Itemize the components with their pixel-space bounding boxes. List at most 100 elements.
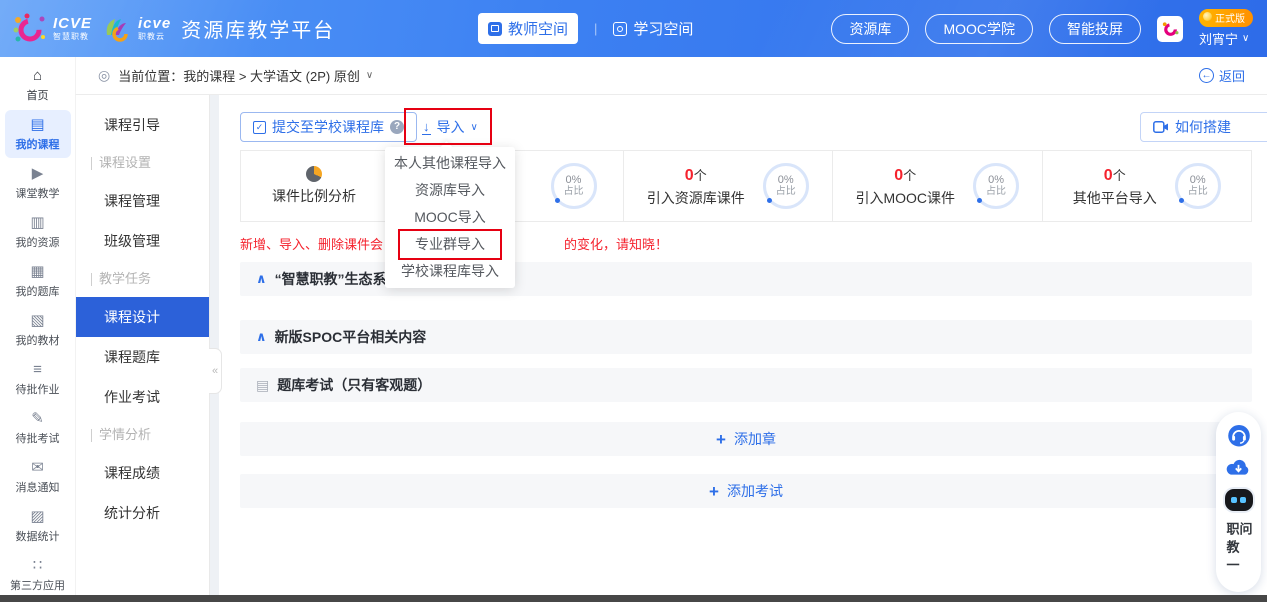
breadcrumb-caret-icon[interactable]: ∨ xyxy=(366,70,373,81)
analysis-label: 课件比例分析 xyxy=(272,186,356,206)
stat-label: 引入资源库课件 xyxy=(647,188,745,208)
stat-value: 0 xyxy=(685,167,694,184)
apps-icon: ∷ xyxy=(5,558,71,574)
course-submenu: 课程引导 课程设置 课程管理 班级管理 教学任务 课程设计 课程题库 作业考试 … xyxy=(75,95,210,602)
sidebar-item-label: 我的课程 xyxy=(5,136,71,152)
sidebar-item-label: 我的题库 xyxy=(5,283,71,299)
top-header: ICVE 智慧职教 icve 职教云 资源库教学平台 教师空间 | xyxy=(0,0,1267,57)
icve-app-icon[interactable] xyxy=(1157,16,1183,42)
breadcrumb-path[interactable]: 我的课程 > 大学语文 (2P) 原创 xyxy=(183,66,360,85)
cloud-download-icon[interactable] xyxy=(1226,458,1251,478)
submenu-course-management[interactable]: 课程管理 xyxy=(76,181,209,221)
menu-item-own-courses-import[interactable]: 本人其他课程导入 xyxy=(385,150,515,177)
sidebar-item-my-textbooks[interactable]: ▧ 我的教材 xyxy=(5,306,71,354)
submenu-course-question-bank[interactable]: 课程题库 xyxy=(76,337,209,377)
exam-icon: ✎ xyxy=(5,411,71,427)
sidebar-item-my-question-bank[interactable]: ▦ 我的题库 xyxy=(5,257,71,305)
bottom-scrollbar[interactable] xyxy=(0,595,1267,602)
sidebar-item-pending-exams[interactable]: ✎ 待批考试 xyxy=(5,404,71,452)
add-chapter-button[interactable]: + 添加章 xyxy=(716,429,776,449)
sidebar-item-pending-homework[interactable]: ≡ 待批作业 xyxy=(5,355,71,403)
stat-unit: 个 xyxy=(903,168,916,183)
statistics-icon: ▨ xyxy=(5,509,71,525)
sidebar-item-label: 待批考试 xyxy=(5,430,71,446)
gauge-percent: 0% xyxy=(778,174,794,186)
sidebar-item-messages[interactable]: ✉ 消息通知 xyxy=(5,453,71,501)
add-exam-row[interactable]: + 添加考试 xyxy=(240,474,1252,508)
menu-item-major-group-import[interactable]: 专业群导入 xyxy=(385,231,515,258)
courseware-analysis: 课件比例分析 xyxy=(241,151,387,221)
submenu-course-guide[interactable]: 课程引导 xyxy=(76,105,209,145)
stat-col-resource-library: 0个 引入资源库课件 0% 占比 xyxy=(623,151,833,221)
stat-col-mooc: 0个 引入MOOC课件 0% 占比 xyxy=(832,151,1042,221)
submit-button-label: 提交至学校课程库 xyxy=(272,117,384,137)
section-spoc-content[interactable]: ∧ 新版SPOC平台相关内容 xyxy=(240,320,1252,354)
ai-robot-icon[interactable] xyxy=(1225,489,1253,511)
brand1-text: ICVE 智慧职教 xyxy=(53,16,92,41)
how-to-build-label: 如何搭建 xyxy=(1175,117,1231,137)
submenu-section-teaching-tasks: 教学任务 xyxy=(76,261,209,297)
zhijiao-yiwen-label[interactable]: 职教一问 xyxy=(1226,522,1252,592)
sidebar-item-my-courses[interactable]: ▤ 我的课程 xyxy=(5,110,71,158)
import-button-label: 导入 xyxy=(437,117,465,137)
help-circle-icon[interactable]: ? xyxy=(390,120,404,134)
menu-item-school-library-import[interactable]: 学校课程库导入 xyxy=(385,258,515,285)
stat-label: 其他平台导入 xyxy=(1073,188,1157,208)
add-chapter-row[interactable]: + 添加章 xyxy=(240,422,1252,456)
gauge-resource: 0% 占比 xyxy=(763,163,809,209)
tab-divider: | xyxy=(594,21,597,36)
sidebar-item-third-party-apps[interactable]: ∷ 第三方应用 xyxy=(5,551,71,599)
section-question-bank-exam[interactable]: ▤ 题库考试（只有客观题） xyxy=(240,368,1252,402)
book-icon: ▤ xyxy=(5,117,71,133)
gauge-label: 占比 xyxy=(776,186,796,198)
sidebar-item-label: 我的资源 xyxy=(5,234,71,250)
submenu-statistics-analysis[interactable]: 统计分析 xyxy=(76,493,209,533)
back-label: 返回 xyxy=(1219,66,1245,85)
section-title: 新版SPOC平台相关内容 xyxy=(275,327,427,347)
breadcrumb-bar: ◎ 当前位置： 我的课程 > 大学语文 (2P) 原创 ∨ ← 返回 xyxy=(75,57,1267,95)
submit-to-school-library-button[interactable]: ✓ 提交至学校课程库 ? xyxy=(240,112,417,142)
sidebar-item-my-resources[interactable]: ▥ 我的资源 xyxy=(5,208,71,256)
sidebar-item-classroom-teaching[interactable]: ▶ 课堂教学 xyxy=(5,159,71,207)
checkbox-edit-icon: ✓ xyxy=(253,121,266,134)
tab-student-space[interactable]: 学习空间 xyxy=(613,18,693,39)
menu-item-resource-library-import[interactable]: 资源库导入 xyxy=(385,177,515,204)
gauge-percent: 0% xyxy=(566,174,582,186)
student-space-icon xyxy=(613,22,627,36)
add-exam-button[interactable]: + 添加考试 xyxy=(709,481,783,501)
gauge-hidden: 0% 占比 xyxy=(551,163,597,209)
back-button[interactable]: ← 返回 xyxy=(1199,66,1245,85)
submenu-homework-exam[interactable]: 作业考试 xyxy=(76,377,209,417)
warning-text-left: 新增、导入、删除课件会 xyxy=(240,234,383,253)
location-icon: ◎ xyxy=(98,67,110,84)
sidebar-item-label: 消息通知 xyxy=(5,479,71,495)
main-sidebar: ⌂ 首页 ▤ 我的课程 ▶ 课堂教学 ▥ 我的资源 ▦ 我的题库 ▧ 我的教材 … xyxy=(0,57,75,602)
how-to-build-button[interactable]: 如何搭建 xyxy=(1140,112,1267,142)
sidebar-item-home[interactable]: ⌂ 首页 xyxy=(5,61,71,109)
page-root: ICVE 智慧职教 icve 职教云 资源库教学平台 教师空间 | xyxy=(0,0,1267,602)
resource-library-button[interactable]: 资源库 xyxy=(831,14,909,44)
stat-unit: 个 xyxy=(694,168,707,183)
import-button[interactable]: ↓ 导入 ∨ xyxy=(410,112,490,142)
chevron-up-icon[interactable]: ∧ xyxy=(256,329,267,345)
customer-service-icon[interactable] xyxy=(1227,424,1251,447)
chevron-up-icon[interactable]: ∧ xyxy=(256,271,267,287)
menu-item-mooc-import[interactable]: MOOC导入 xyxy=(385,204,515,231)
submenu-course-grades[interactable]: 课程成绩 xyxy=(76,453,209,493)
user-menu[interactable]: 正式版 刘宵宁 ∨ xyxy=(1199,9,1253,48)
stat-value: 0 xyxy=(1104,167,1113,184)
mooc-academy-button[interactable]: MOOC学院 xyxy=(925,14,1033,44)
add-chapter-label: 添加章 xyxy=(734,429,776,449)
icve-logo-icon xyxy=(12,12,46,46)
submenu-class-management[interactable]: 班级管理 xyxy=(76,221,209,261)
teacher-space-icon xyxy=(488,22,502,36)
section-label: 学情分析 xyxy=(99,417,151,453)
sidebar-item-label: 我的教材 xyxy=(5,332,71,348)
sidebar-collapse-handle[interactable]: « xyxy=(209,348,222,394)
section-label: 教学任务 xyxy=(99,261,151,297)
tab-teacher-space[interactable]: 教师空间 xyxy=(478,13,578,44)
stat-unit: 个 xyxy=(1113,168,1126,183)
submenu-course-design[interactable]: 课程设计 xyxy=(76,297,209,337)
sidebar-item-data-statistics[interactable]: ▨ 数据统计 xyxy=(5,502,71,550)
smart-cast-button[interactable]: 智能投屏 xyxy=(1049,14,1141,44)
